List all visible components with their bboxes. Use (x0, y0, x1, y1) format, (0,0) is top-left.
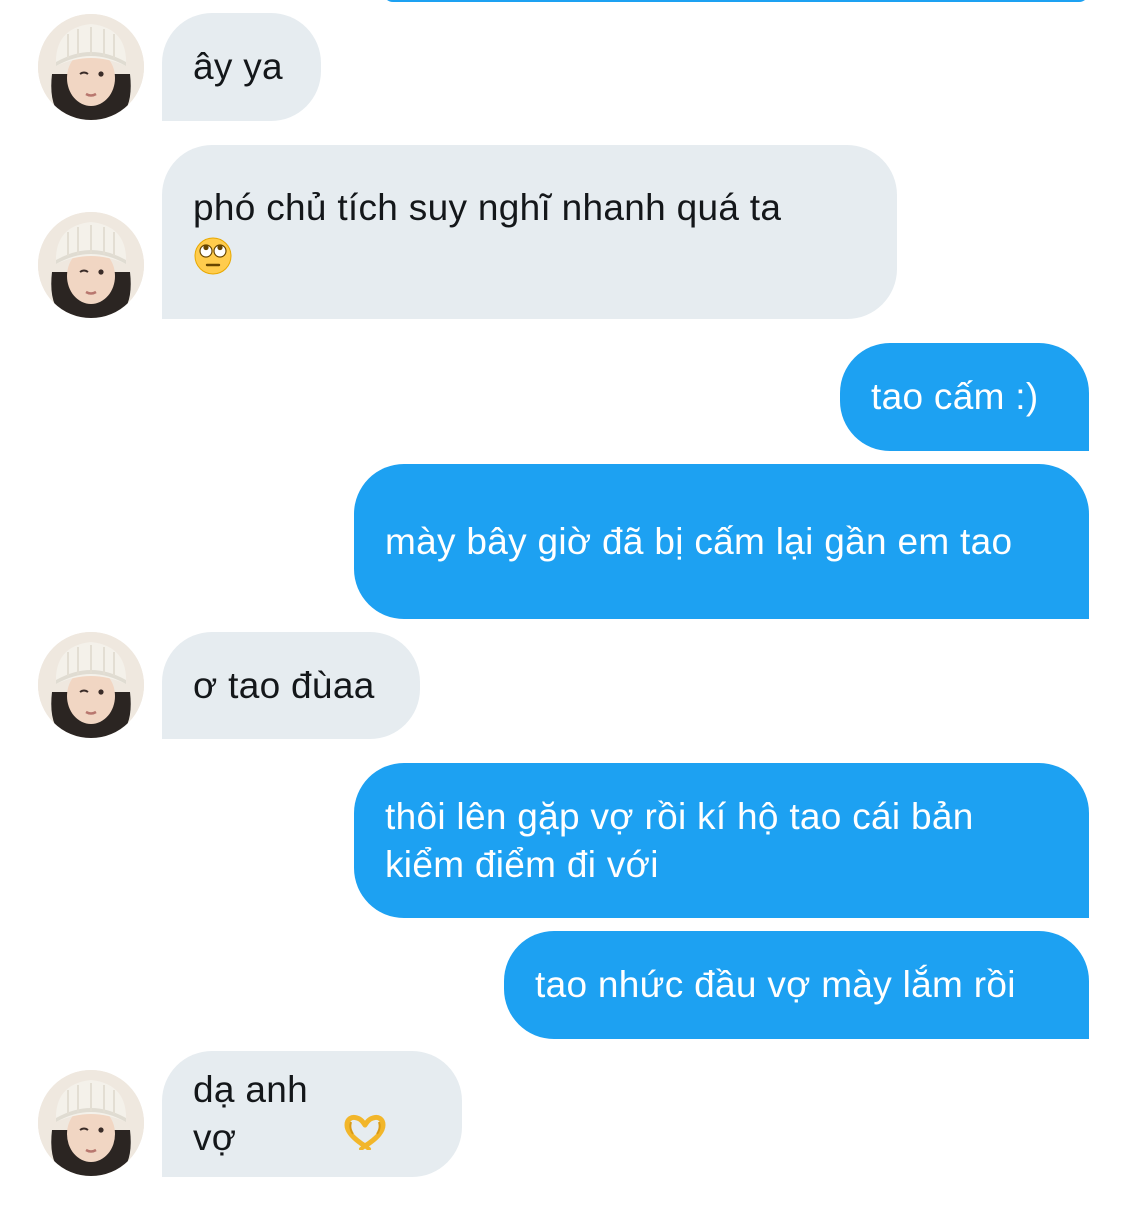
message-text: ơ tao đùaa (193, 664, 375, 706)
avatar[interactable] (38, 1070, 144, 1176)
message-text: phó chủ tích suy nghĩ nhanh quá ta (193, 187, 782, 228)
message-bubble-outgoing[interactable]: tao cấm :) (840, 343, 1089, 451)
message-bubble-outgoing[interactable]: mày bây giờ đã bị cấm lại gần em tao (354, 464, 1089, 619)
message-text: tao cấm :) (871, 376, 1039, 417)
heart-hands-icon (344, 1018, 431, 1210)
message-text: thôi lên gặp vợ rồi kí hộ tao cái bản ki… (385, 795, 985, 885)
avatar[interactable] (38, 14, 144, 120)
message-bubble-incoming[interactable]: dạ anh vợ (162, 1051, 462, 1177)
message-bubble-outgoing[interactable]: thôi lên gặp vợ rồi kí hộ tao cái bản ki… (354, 763, 1089, 918)
avatar[interactable] (38, 212, 144, 318)
message-bubble-outgoing[interactable]: tao nhức đầu vợ mày lắm rồi (504, 931, 1089, 1039)
message-bubble-incoming[interactable]: phó chủ tích suy nghĩ nhanh quá ta (162, 145, 897, 319)
message-text: mày bây giờ đã bị cấm lại gần em tao (385, 520, 1013, 562)
message-bubble-incoming[interactable]: ây ya (162, 13, 321, 121)
message-bubble-incoming[interactable]: ơ tao đùaa (162, 632, 420, 739)
face-with-rolling-eyes-icon (193, 232, 866, 280)
message-text: ây ya (193, 46, 283, 87)
message-text: dạ anh vợ (193, 1069, 319, 1158)
message-text: tao nhức đầu vợ mày lắm rồi (535, 964, 1016, 1005)
avatar[interactable] (38, 632, 144, 738)
previous-message-bubble-edge (383, 0, 1089, 2)
